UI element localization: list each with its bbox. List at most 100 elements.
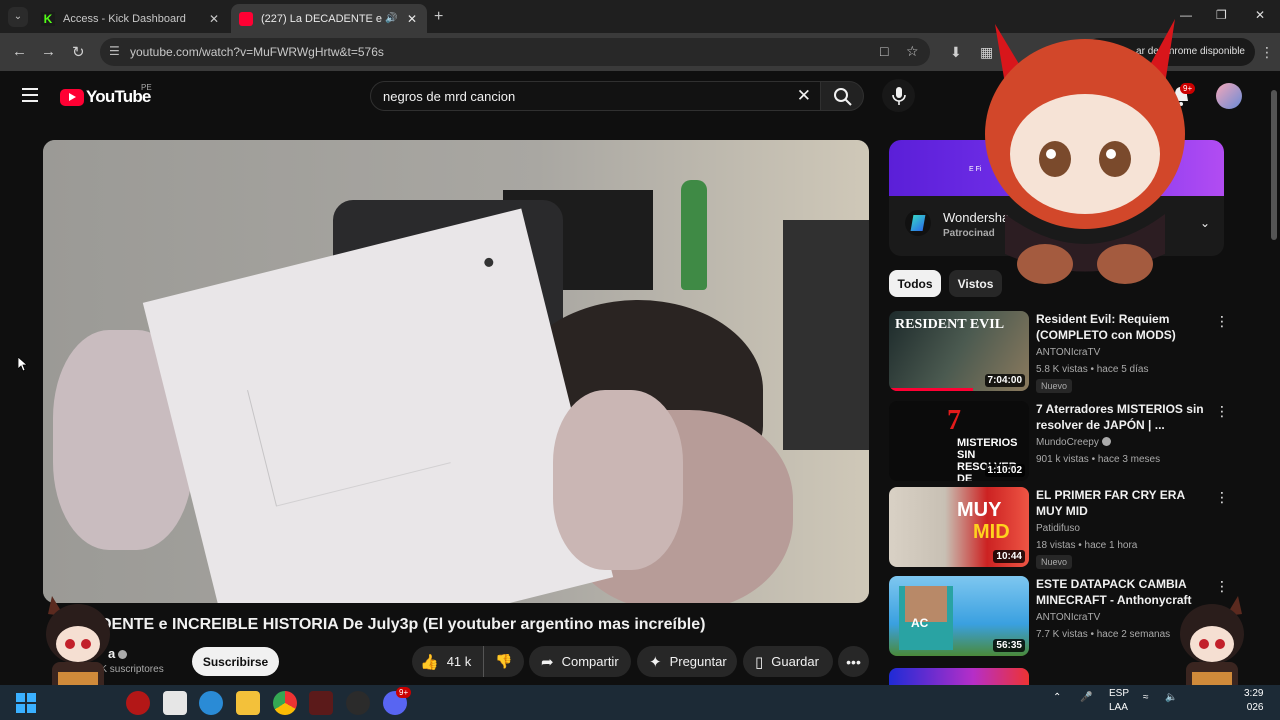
language-indicator[interactable]: ESP LAA <box>1109 688 1129 713</box>
save-label: Guardar <box>771 654 819 669</box>
tab-close-icon[interactable]: ✕ <box>207 12 221 26</box>
recommendation-channel[interactable]: Patidifuso <box>1036 523 1080 534</box>
voice-search-button[interactable] <box>882 79 915 112</box>
recommendation-title[interactable]: Resident Evil: Requiem (COMPLETO con MOD… <box>1036 311 1206 343</box>
address-bar[interactable]: ☰ youtube.com/watch?v=MuFWRWgHrtw&t=576s… <box>100 38 930 66</box>
speaker-icon[interactable]: 🔊 <box>385 13 399 24</box>
file-explorer-icon[interactable] <box>236 691 260 715</box>
recommendation-channel[interactable]: MundoCreepy <box>1036 437 1111 448</box>
thumbs-up-icon: 👍 <box>420 653 439 671</box>
tab-close-icon[interactable]: ✕ <box>405 12 419 26</box>
maximize-icon[interactable]: ❐ <box>1216 8 1227 22</box>
clock[interactable]: 3:29 026 <box>1244 688 1263 713</box>
chrome-icon[interactable] <box>273 691 297 715</box>
dislike-button[interactable]: 👎 <box>484 653 524 670</box>
filter-chip-all[interactable]: Todos <box>889 270 941 297</box>
clear-search-icon[interactable]: ✕ <box>797 86 811 106</box>
search-button[interactable] <box>820 81 864 111</box>
like-dislike-group: 👍 41 k 👎 <box>412 646 524 677</box>
microsoft-store-icon[interactable] <box>163 691 187 715</box>
clock-time: 3:29 <box>1244 688 1264 699</box>
new-tab-plus-icon[interactable]: + <box>434 8 443 26</box>
duration-badge: 1:10:02 <box>984 464 1025 477</box>
video-player[interactable] <box>43 140 869 603</box>
sparkle-icon: ✦ <box>649 653 662 671</box>
clock-date: 026 <box>1246 702 1264 713</box>
more-dots-icon: ••• <box>846 653 861 670</box>
thumbnail-number: 7 <box>947 405 961 436</box>
youtube-favicon-icon <box>239 11 253 26</box>
recommendation-item[interactable]: MUY MID 10:44 EL PRIMER FAR CRY ERA MUY … <box>889 487 1234 569</box>
video-thumbnail[interactable] <box>889 668 1029 685</box>
watch-progress-bar <box>889 388 973 391</box>
more-options-icon[interactable]: ⋮ <box>1215 403 1229 420</box>
video-thumbnail[interactable]: RESIDENT EVIL 7:04:00 <box>889 311 1029 391</box>
tab-search-chevron-icon[interactable]: ⌄ <box>8 7 28 27</box>
search-input[interactable]: negros de mrd cancion ✕ <box>370 81 822 111</box>
more-actions-button[interactable]: ••• <box>838 646 869 677</box>
obs-icon[interactable] <box>346 691 370 715</box>
download-icon[interactable]: ⬇ <box>950 44 962 61</box>
video-frame-bottle <box>681 180 707 290</box>
recommendation-item[interactable]: 7 MISTERIOS SIN RESOLVER DE 1:10:02 7 At… <box>889 401 1234 483</box>
duration-badge: 7:04:00 <box>984 374 1025 387</box>
tab-kick-dashboard[interactable]: K Access - Kick Dashboard ✕ <box>33 4 229 33</box>
video-thumbnail[interactable]: MUY MID 10:44 <box>889 487 1029 567</box>
windows-start-icon[interactable] <box>16 693 36 713</box>
volume-icon[interactable]: 🔈 <box>1165 692 1177 703</box>
recommendation-title[interactable]: EL PRIMER FAR CRY ERA MUY MID <box>1036 487 1206 519</box>
thumbnail-text-secondary: MID <box>973 521 1010 543</box>
recommendation-channel[interactable]: ANTONIcraTV <box>1036 347 1100 358</box>
save-button[interactable]: ▯ Guardar <box>743 646 833 677</box>
edge-browser-icon[interactable] <box>199 691 223 715</box>
cast-icon[interactable]: □ <box>880 43 888 59</box>
recommendation-channel[interactable]: ANTONIcraTV <box>1036 612 1100 623</box>
paper-scribble <box>247 346 451 507</box>
duration-badge: 56:35 <box>993 639 1025 652</box>
account-avatar[interactable] <box>1216 83 1242 109</box>
tab-title: (227) La DECADENTE e INCF <box>261 12 385 25</box>
video-thumbnail[interactable]: 7 MISTERIOS SIN RESOLVER DE 1:10:02 <box>889 401 1029 481</box>
mascot-plush-overlay <box>985 19 1185 284</box>
thumbnail-text: MUY <box>957 499 1002 521</box>
tab-youtube-video[interactable]: (227) La DECADENTE e INCF 🔊 ✕ <box>231 4 427 33</box>
app-red-circle-icon[interactable] <box>126 691 150 715</box>
more-options-icon[interactable]: ⋮ <box>1215 489 1229 506</box>
url-text[interactable]: youtube.com/watch?v=MuFWRWgHrtw&t=576s <box>130 45 384 59</box>
thumbnail-text: RESIDENT EVIL <box>895 317 1005 332</box>
youtube-play-icon <box>60 88 84 106</box>
hamburger-menu-icon[interactable] <box>22 88 38 102</box>
paper-hole <box>483 256 495 268</box>
ask-button[interactable]: ✦ Preguntar <box>637 646 737 677</box>
language-code: ESP <box>1109 688 1130 699</box>
scrollbar-thumb[interactable] <box>1271 90 1277 240</box>
share-label: Compartir <box>561 654 619 669</box>
recommendation-meta: 18 vistas • hace 1 hora <box>1036 540 1138 551</box>
screen: ⌄ K Access - Kick Dashboard ✕ (227) La D… <box>0 0 1280 720</box>
app-triangle-icon[interactable] <box>309 691 333 715</box>
reload-icon[interactable]: ↻ <box>72 43 85 61</box>
chrome-menu-icon[interactable]: ⋮ <box>1260 44 1274 61</box>
tab-title: Access - Kick Dashboard <box>63 12 186 25</box>
forward-arrow-icon[interactable]: → <box>41 43 56 60</box>
more-options-icon[interactable]: ⋮ <box>1215 313 1229 330</box>
back-arrow-icon[interactable]: ← <box>12 43 27 60</box>
tray-chevron-up-icon[interactable]: ⌃ <box>1053 692 1061 703</box>
share-button[interactable]: ➦ Compartir <box>529 646 631 677</box>
youtube-logo[interactable]: YouTube <box>60 87 151 107</box>
recommendation-item[interactable]: RESIDENT EVIL 7:04:00 Resident Evil: Req… <box>889 311 1234 393</box>
recommendation-title[interactable]: 7 Aterradores MISTERIOS sin resolver de … <box>1036 401 1206 433</box>
tray-microphone-icon[interactable]: 🎤 <box>1080 692 1092 703</box>
discord-badge: 9+ <box>396 687 412 698</box>
video-thumbnail[interactable]: AC 56:35 <box>889 576 1029 656</box>
wifi-icon[interactable]: ≈ <box>1143 692 1149 703</box>
bookmark-star-icon[interactable]: ☆ <box>906 43 919 60</box>
subscribe-button[interactable]: Suscribirse <box>192 647 279 676</box>
search-query[interactable]: negros de mrd cancion <box>383 89 515 104</box>
video-title: DENTE e INCREIBLE HISTORIA De July3p (El… <box>100 616 706 633</box>
like-button[interactable]: 👍 41 k <box>412 646 484 677</box>
site-settings-icon[interactable]: ☰ <box>109 44 120 58</box>
window-close-icon[interactable]: ✕ <box>1255 8 1265 22</box>
channel-text: MundoCreepy <box>1036 437 1099 448</box>
search-icon <box>834 88 852 106</box>
